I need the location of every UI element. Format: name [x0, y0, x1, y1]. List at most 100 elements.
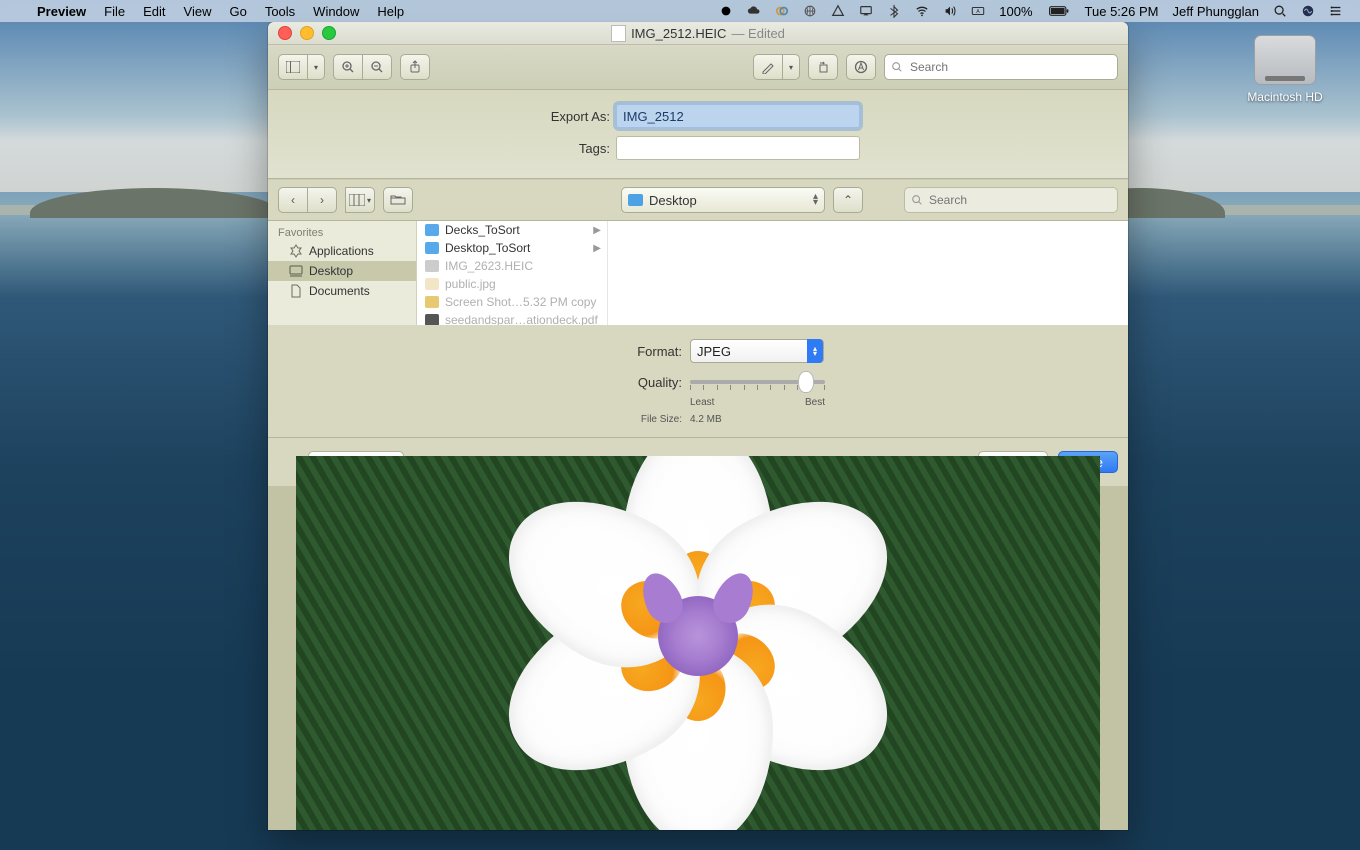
file-row[interactable]: Desktop_ToSort▶	[417, 239, 607, 257]
file-column: Decks_ToSort▶Desktop_ToSort▶IMG_2623.HEI…	[417, 221, 608, 325]
slider-min-label: Least	[690, 397, 714, 408]
sidebar-header-favorites: Favorites	[268, 221, 416, 241]
menu-edit[interactable]: Edit	[134, 4, 174, 19]
format-select[interactable]: JPEG ▴▾	[690, 339, 824, 363]
exportas-label: Export As:	[298, 109, 616, 124]
browser-toolbar: ‹ › ▾ Desktop ▴▾ ⌃	[268, 179, 1128, 221]
spotlight-icon[interactable]	[1266, 4, 1294, 18]
markup-chevron[interactable]: ▾	[782, 54, 800, 80]
applications-icon	[288, 245, 303, 258]
siri-icon[interactable]	[1294, 4, 1322, 18]
window-edited-label: — Edited	[731, 26, 784, 41]
folder-icon	[425, 242, 439, 254]
tags-label: Tags:	[298, 141, 616, 156]
desktop-icon	[288, 265, 303, 278]
close-button[interactable]	[278, 26, 292, 40]
menu-help[interactable]: Help	[368, 4, 413, 19]
status-globe-icon[interactable]	[796, 4, 824, 18]
toolbar-search-input[interactable]	[908, 59, 1111, 75]
status-volume-icon[interactable]	[936, 4, 964, 18]
status-keyboard-icon[interactable]: A	[964, 4, 992, 18]
file-name: Screen Shot…5.32 PM copy	[445, 295, 596, 309]
sidebar-item-desktop[interactable]: Desktop	[268, 261, 416, 281]
zoom-button[interactable]	[322, 26, 336, 40]
collapse-button[interactable]: ⌃	[833, 187, 863, 213]
status-wifi-icon[interactable]	[908, 4, 936, 18]
notification-center-icon[interactable]	[1322, 4, 1350, 18]
markup-toolbar-button[interactable]	[846, 54, 876, 80]
preview-window: IMG_2512.HEIC — Edited ▾ ▾ Export As:	[268, 22, 1128, 830]
status-battery-icon[interactable]	[1040, 5, 1078, 17]
pdf-icon	[425, 314, 439, 325]
toolbar: ▾ ▾	[268, 45, 1128, 90]
chevron-right-icon: ▶	[593, 225, 601, 236]
menu-file[interactable]: File	[95, 4, 134, 19]
slider-thumb[interactable]	[798, 371, 814, 393]
hard-drive-icon	[1254, 35, 1316, 85]
jpg-icon	[425, 278, 439, 290]
chevron-updown-icon: ▴▾	[813, 194, 818, 206]
browser-search[interactable]	[904, 187, 1118, 213]
status-battery-percent[interactable]: 100%	[992, 4, 1039, 19]
file-row[interactable]: Decks_ToSort ▶	[417, 221, 607, 239]
status-bluetooth-icon[interactable]	[880, 4, 908, 18]
view-columns-button[interactable]: ▾	[345, 187, 375, 213]
menu-view[interactable]: View	[175, 4, 221, 19]
format-value: JPEG	[697, 344, 731, 359]
filesize-value: 4.2 MB	[690, 414, 722, 425]
browser-search-input[interactable]	[927, 192, 1111, 208]
status-username[interactable]: Jeff Phungglan	[1166, 4, 1267, 19]
file-row[interactable]: IMG_2623.HEIC	[417, 257, 607, 275]
status-utility-icon[interactable]	[768, 4, 796, 18]
filesize-label: File Size:	[298, 414, 690, 425]
sidebar-view-chevron[interactable]: ▾	[307, 54, 325, 80]
export-sheet-top: Export As: Tags:	[268, 90, 1128, 179]
sidebar-item-documents[interactable]: Documents	[268, 281, 416, 301]
folder-icon	[628, 194, 643, 206]
menu-tools[interactable]: Tools	[256, 4, 304, 19]
status-clock[interactable]: Tue 5:26 PM	[1078, 4, 1166, 19]
file-name: Decks_ToSort	[445, 223, 520, 237]
menu-window[interactable]: Window	[304, 4, 368, 19]
markup-button[interactable]	[753, 54, 782, 80]
titlebar[interactable]: IMG_2512.HEIC — Edited	[268, 22, 1128, 45]
toolbar-search[interactable]	[884, 54, 1118, 80]
zoom-out-button[interactable]	[362, 54, 392, 80]
sidebar-item-applications[interactable]: Applications	[268, 241, 416, 261]
file-name: seedandspar…ationdeck.pdf	[445, 313, 598, 325]
rotate-button[interactable]	[808, 54, 838, 80]
exportas-field[interactable]	[616, 104, 860, 128]
sidebar: Favorites Applications Desktop Documents	[268, 221, 417, 325]
share-button[interactable]	[400, 54, 430, 80]
tags-field[interactable]	[616, 136, 860, 160]
zoom-in-button[interactable]	[333, 54, 362, 80]
group-button[interactable]	[383, 187, 413, 213]
documents-icon	[288, 285, 303, 298]
minimize-button[interactable]	[300, 26, 314, 40]
chevron-right-icon: ▶	[593, 243, 601, 254]
file-name: IMG_2623.HEIC	[445, 259, 533, 273]
window-title: IMG_2512.HEIC	[631, 26, 726, 41]
status-triangle-icon[interactable]	[824, 4, 852, 18]
file-row[interactable]: Screen Shot…5.32 PM copy	[417, 293, 607, 311]
chevron-updown-icon: ▴▾	[807, 339, 823, 363]
status-airplay-icon[interactable]	[852, 4, 880, 18]
search-icon	[891, 61, 903, 73]
desktop-drive[interactable]: Macintosh HD	[1240, 35, 1330, 104]
menu-go[interactable]: Go	[220, 4, 255, 19]
menubar: Preview File Edit View Go Tools Window H…	[0, 0, 1360, 22]
location-popup[interactable]: Desktop ▴▾	[621, 187, 825, 213]
quality-slider[interactable]	[690, 371, 825, 393]
file-browser: Favorites Applications Desktop Documents…	[268, 221, 1128, 325]
file-row[interactable]: public.jpg	[417, 275, 607, 293]
nav-forward-button[interactable]: ›	[307, 187, 337, 213]
status-cloud-icon[interactable]	[740, 4, 768, 18]
status-black-dot-icon[interactable]	[712, 4, 740, 18]
quality-label: Quality:	[298, 375, 690, 390]
file-column-empty	[608, 221, 1128, 325]
sidebar-view-button[interactable]	[278, 54, 307, 80]
search-icon	[911, 194, 923, 206]
file-row[interactable]: seedandspar…ationdeck.pdf	[417, 311, 607, 325]
nav-back-button[interactable]: ‹	[278, 187, 307, 213]
menu-app[interactable]: Preview	[28, 4, 95, 19]
